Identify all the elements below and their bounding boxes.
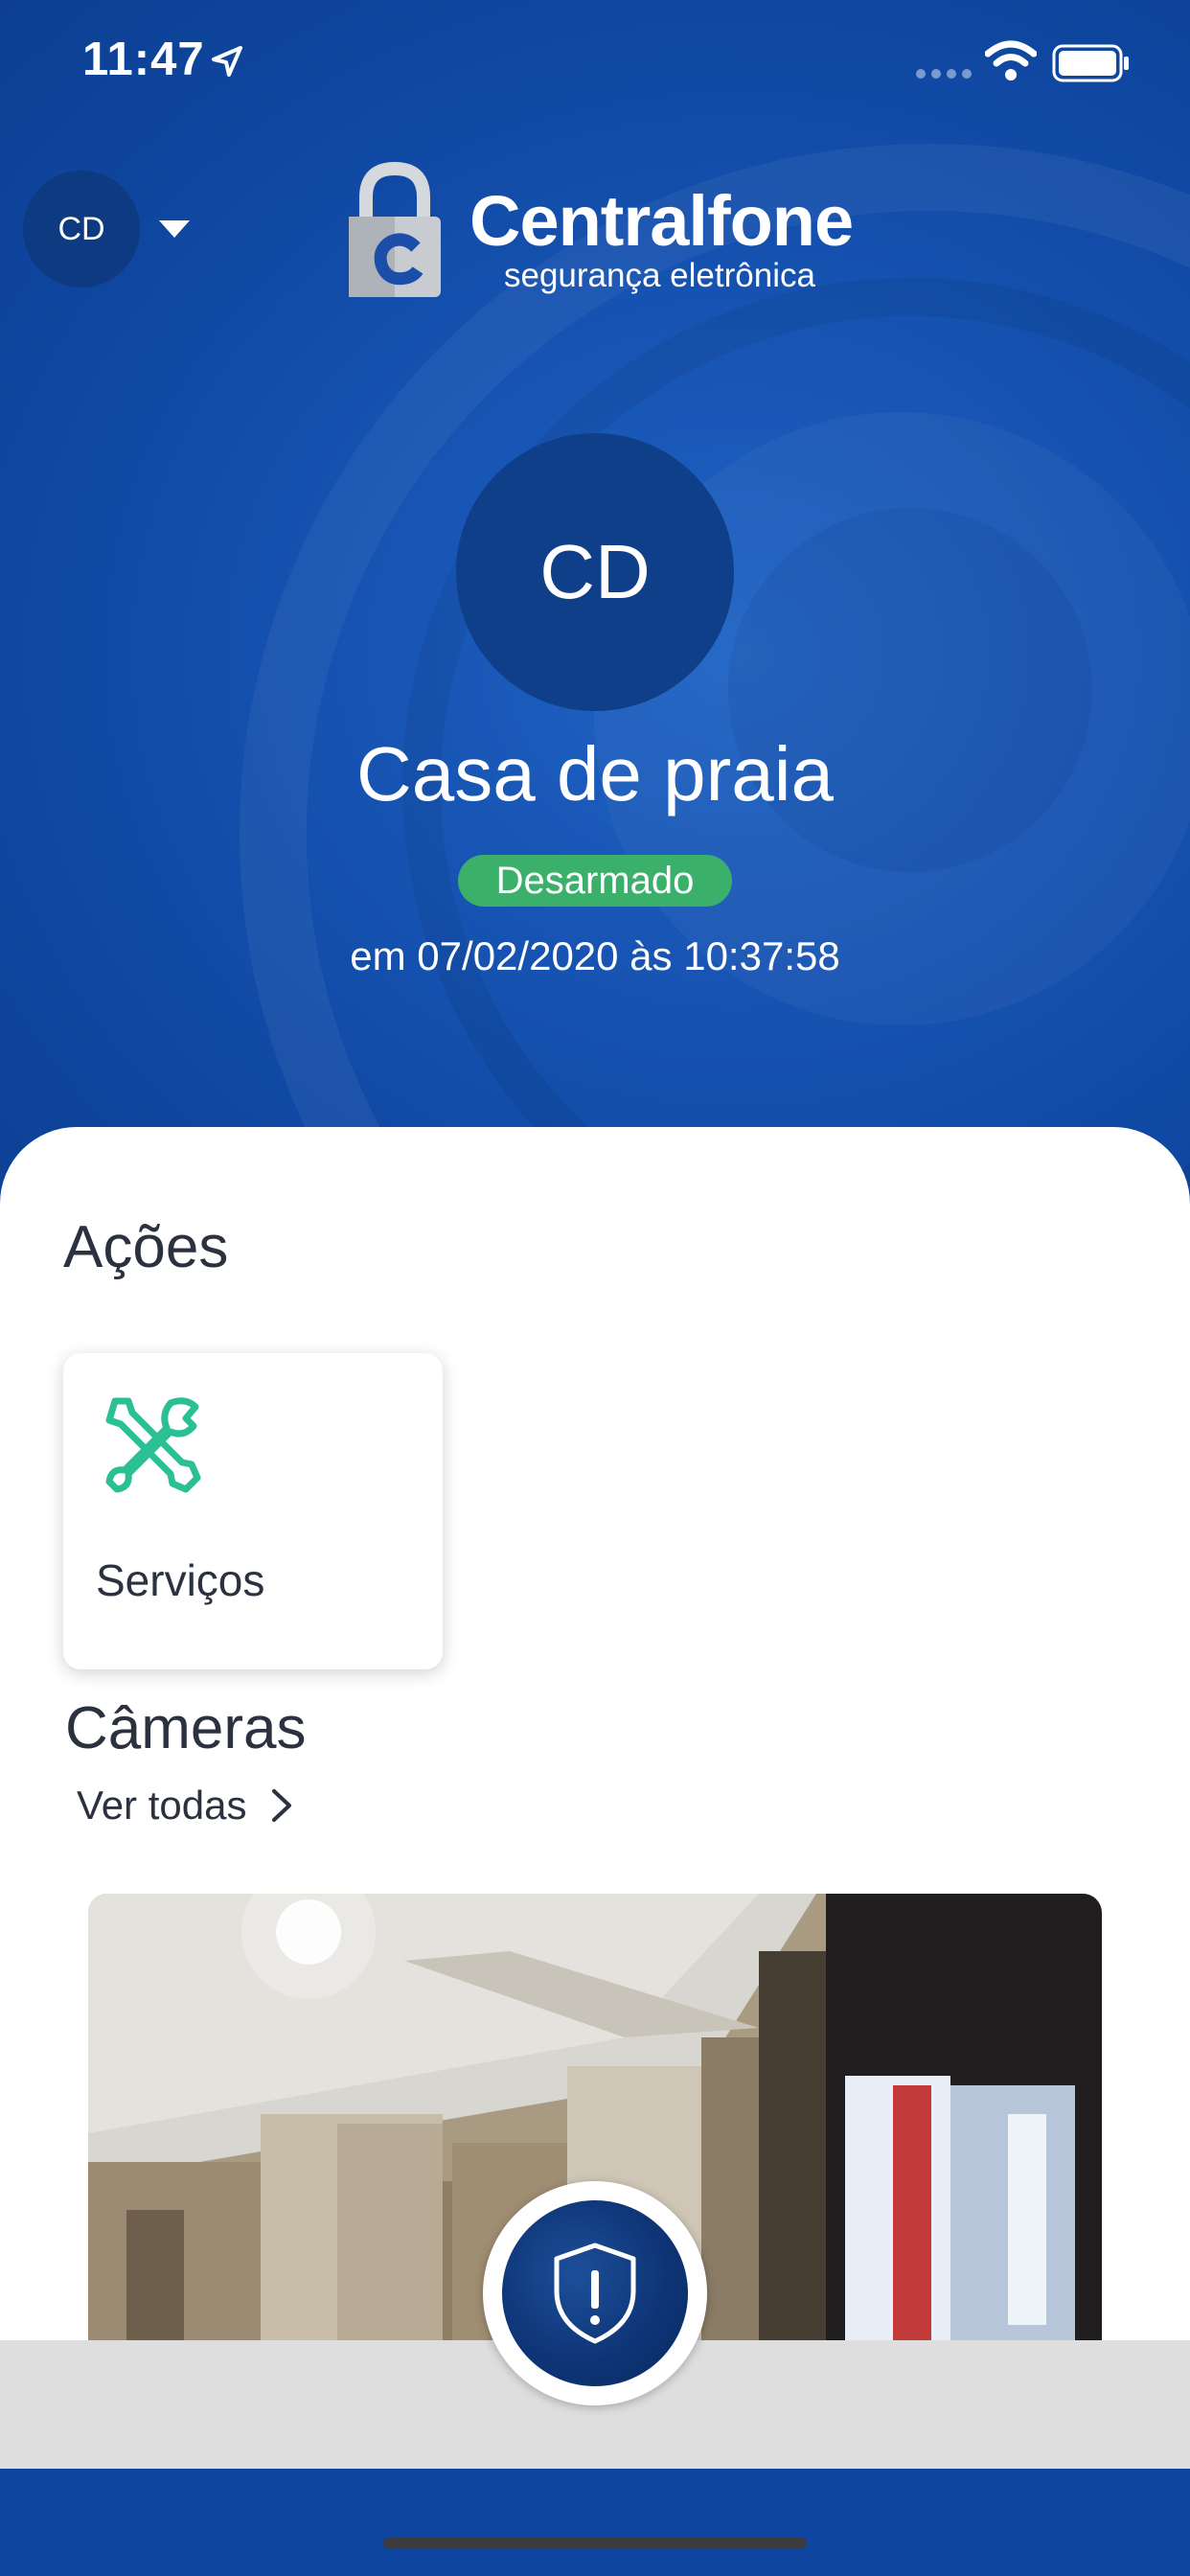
wifi-icon bbox=[985, 40, 1037, 80]
cellular-signal-icon bbox=[916, 69, 972, 79]
panic-alert-button[interactable] bbox=[502, 2200, 688, 2386]
see-all-label: Ver todas bbox=[77, 1782, 247, 1828]
brand-logo: Centralfone segurança eletrônica bbox=[345, 161, 862, 305]
cameras-heading: Câmeras bbox=[65, 1695, 307, 1761]
home-indicator[interactable] bbox=[383, 2538, 807, 2549]
chevron-right-icon bbox=[272, 1789, 292, 1822]
padlock-logo-icon bbox=[349, 161, 441, 297]
chevron-down-icon[interactable] bbox=[159, 220, 190, 240]
services-label: Serviços bbox=[96, 1555, 265, 1605]
account-switcher[interactable]: CD bbox=[23, 171, 205, 289]
tools-icon bbox=[105, 1397, 201, 1493]
status-badge: Desarmado bbox=[458, 855, 732, 907]
battery-icon bbox=[1052, 44, 1129, 82]
hero-header: 11:47 CD Centralfone segurança eletrônic… bbox=[0, 0, 1190, 1188]
panic-button-ring[interactable] bbox=[483, 2181, 707, 2405]
actions-heading: Ações bbox=[63, 1214, 229, 1280]
status-bar: 11:47 bbox=[0, 0, 1190, 134]
site-avatar: CD bbox=[456, 433, 734, 711]
services-card[interactable]: Serviços bbox=[63, 1353, 443, 1669]
logo-tagline: segurança eletrônica bbox=[504, 257, 815, 294]
site-name: Casa de praia bbox=[355, 731, 835, 816]
location-arrow-icon bbox=[212, 46, 242, 77]
see-all-cameras-link[interactable]: Ver todas bbox=[77, 1782, 292, 1828]
bottom-bar bbox=[0, 2469, 1190, 2576]
logo-name: Centralfone bbox=[469, 181, 854, 261]
status-time: 11:47 bbox=[82, 34, 205, 85]
account-avatar[interactable]: CD bbox=[23, 171, 140, 288]
shield-alert-icon bbox=[554, 2242, 636, 2344]
status-timestamp: em 07/02/2020 às 10:37:58 bbox=[350, 933, 840, 978]
